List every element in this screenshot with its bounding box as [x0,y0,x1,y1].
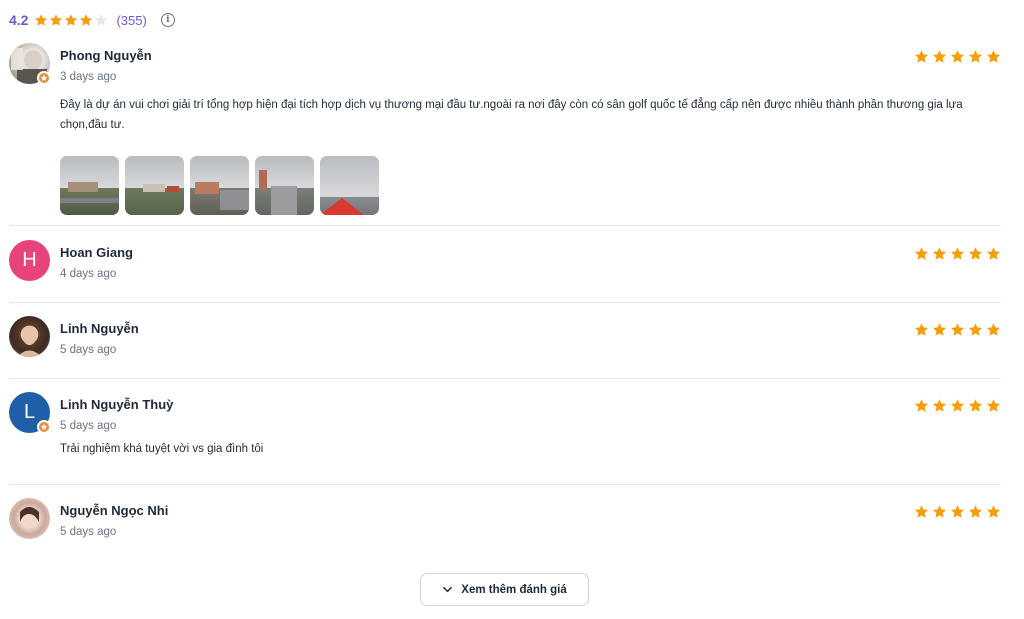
reviewer-name[interactable]: Linh Nguyễn [60,321,139,336]
review-photo[interactable] [190,156,249,215]
review-count[interactable]: (355) [116,13,146,28]
star-icon [968,246,983,261]
avatar[interactable] [9,43,51,85]
review-date: 4 days ago [60,268,117,280]
star-icon [950,49,965,64]
review-stars [914,246,1001,261]
star-icon [49,13,63,27]
review-date: 5 days ago [60,526,117,538]
star-icon [950,504,965,519]
avatar[interactable]: H [9,240,50,281]
average-score: 4.2 [9,12,29,28]
star-icon [986,504,1001,519]
star-icon [986,246,1001,261]
review-item: Phong Nguyễn 3 days ago Đây là dự án vui… [9,43,1001,226]
review-photo[interactable] [255,156,314,215]
star-icon [94,13,108,27]
review-photo[interactable] [320,156,379,215]
star-icon [950,398,965,413]
local-guide-badge [37,71,51,85]
see-more-label: Xem thêm đánh giá [461,583,567,596]
star-icon [932,49,947,64]
star-icon [968,49,983,64]
review-photo[interactable] [125,156,184,215]
avatar[interactable] [9,316,50,357]
see-more-reviews-button[interactable]: Xem thêm đánh giá [420,573,589,606]
review-item: H Hoan Giang 4 days ago [9,240,1001,303]
star-icon [64,13,78,27]
star-icon [950,322,965,337]
star-icon [950,246,965,261]
reviewer-name[interactable]: Linh Nguyễn Thuỳ [60,397,173,412]
star-icon [986,322,1001,337]
review-stars [914,322,1001,337]
review-photos [60,156,379,215]
star-icon [79,13,93,27]
divider [9,378,1001,379]
average-stars [34,13,108,27]
star-icon [932,246,947,261]
rating-summary: 4.2 (355) i [9,10,175,30]
review-stars [914,504,1001,519]
star-icon [932,322,947,337]
reviewer-name[interactable]: Phong Nguyễn [60,48,152,63]
review-item: L Linh Nguyễn Thuỳ 5 days ago Trải nghiệ… [9,392,1001,485]
review-photo[interactable] [60,156,119,215]
star-icon [914,246,929,261]
star-icon [914,398,929,413]
local-guide-badge [37,420,51,434]
review-stars [914,49,1001,64]
review-date: 5 days ago [60,344,117,356]
star-icon [986,398,1001,413]
star-icon [914,504,929,519]
review-stars [914,398,1001,413]
review-text: Đây là dự án vui chơi giải trí tổng hợp … [60,99,963,131]
divider [9,302,1001,303]
avatar[interactable]: L [9,392,51,434]
review-date: 3 days ago [60,71,117,83]
review-item: Nguyễn Ngọc Nhi 5 days ago [9,498,1001,558]
reviews-panel: 4.2 (355) i Phong Nguyễn 3 days ago Đây … [0,0,1024,619]
star-icon [914,49,929,64]
star-icon [914,322,929,337]
reviewer-name[interactable]: Nguyễn Ngọc Nhi [60,503,168,518]
star-icon [34,13,48,27]
avatar[interactable] [9,498,50,539]
review-item: Linh Nguyễn 5 days ago [9,316,1001,379]
star-icon [968,504,983,519]
chevron-down-icon [443,586,453,593]
star-icon [932,398,947,413]
divider [9,225,1001,226]
divider [9,484,1001,485]
avatar-letter: H [9,240,50,281]
star-icon [968,322,983,337]
star-icon [932,504,947,519]
review-text: Trải nghiệm khá tuyệt vời vs gia đình tô… [60,443,264,455]
info-icon[interactable]: i [160,13,175,27]
star-icon [968,398,983,413]
review-date: 5 days ago [60,420,117,432]
reviewer-name[interactable]: Hoan Giang [60,245,133,260]
star-icon [986,49,1001,64]
